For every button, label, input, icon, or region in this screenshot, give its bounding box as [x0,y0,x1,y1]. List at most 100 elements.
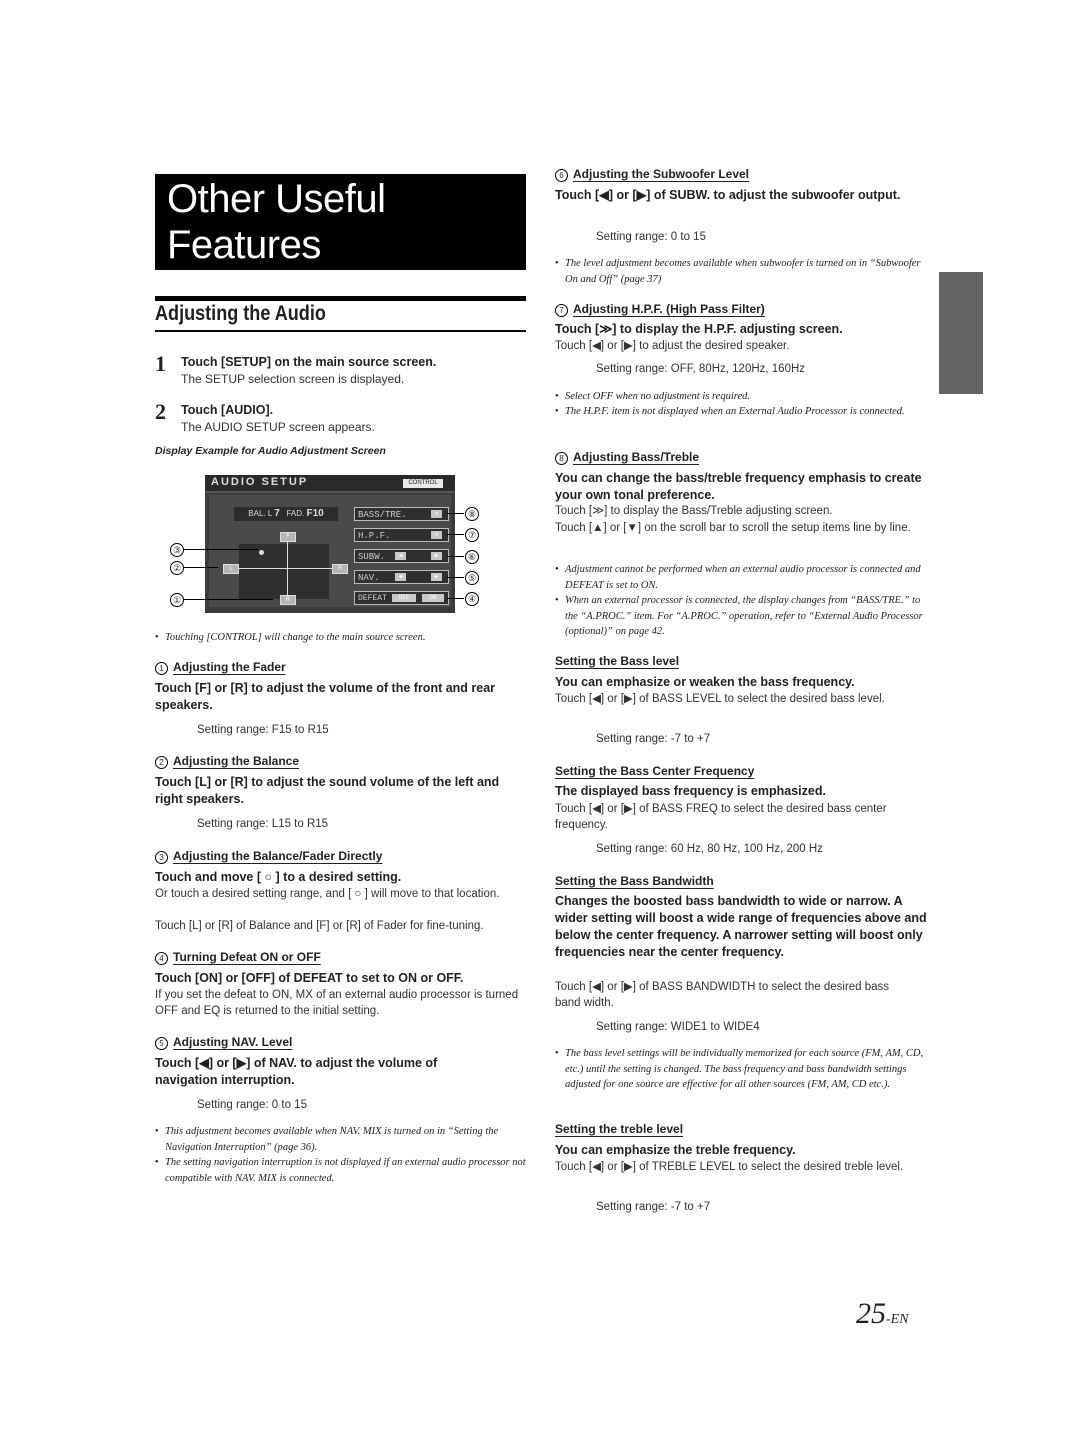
bass-level-body: Touch [◀] or [▶] of BASS LEVEL to select… [555,693,885,705]
balance-label: BAL. L [248,509,272,518]
triangle-right-icon[interactable]: ▶ [431,573,442,581]
chapter-side-tab [939,272,983,394]
callout-8: ⑧ [465,507,479,521]
bass-level-lead: You can emphasize or weaken the bass fre… [555,675,855,689]
audio-setup-screen-figure: AUDIO SETUP CONTROL BAL. L 7 FAD. F10 F … [205,475,455,613]
direct-body-1: Or touch a desired setting range, and [ … [155,888,500,900]
menu-label: H.P.F. [358,531,391,541]
basstre-lead: You can change the bass/treble frequency… [555,471,922,502]
defeat-row: DEFEAT OFF ON [354,591,449,605]
menu-label: SUBW. [358,552,386,562]
basstre-note-2: When an external processor is connected,… [555,593,935,640]
subw-range: Setting range: 0 to 15 [596,231,706,243]
basstre-body-2: Touch [▲] or [▼] on the scroll bar to sc… [555,522,911,534]
bass-freq-body: Touch [◀] or [▶] of BASS FREQ to select … [555,803,887,831]
balance-fader-pad[interactable] [239,544,329,599]
direct-body-2: Touch [L] or [R] of Balance and [F] or [… [155,920,484,932]
step-title: Touch [SETUP] on the main source screen. [181,355,437,369]
fader-heading: 1 Adjusting the Fader [155,660,286,675]
fader-axis [287,537,288,601]
circled-number: 3 [155,851,168,864]
subwoofer-row: SUBW. ◀ ▶ [354,549,449,563]
defeat-heading: 4 Turning Defeat ON or OFF [155,950,321,965]
double-chevron-right-icon[interactable]: » [431,531,442,539]
treble-heading: Setting the treble level [555,1122,684,1136]
callout-line [183,567,218,568]
treble-range: Setting range: -7 to +7 [596,1201,711,1213]
heading-text: Adjusting the Subwoofer Level [573,167,750,181]
callout-line [447,577,464,578]
basstre-heading: 8 Adjusting Bass/Treble [555,450,699,465]
section-rule-top [155,296,526,301]
callout-3: ③ [170,543,184,557]
defeat-body: If you set the defeat to ON, MX of an ex… [155,989,519,1017]
menu-label: NAV. [358,573,380,583]
bass-treble-button[interactable]: BASS/TRE. » [354,507,449,521]
control-button[interactable]: CONTROL [403,479,443,488]
callout-2: ② [170,561,184,575]
bass-bw-lead: Changes the boosted bass bandwidth to wi… [555,894,927,959]
balance-fader-readout: BAL. L 7 FAD. F10 [234,507,338,521]
balance-left-button[interactable]: L [223,564,239,574]
hpf-button[interactable]: H.P.F. » [354,528,449,542]
bass-level-heading: Setting the Bass level [555,654,680,668]
fader-rear-button[interactable]: R [280,595,296,605]
bass-level-range: Setting range: -7 to +7 [596,733,711,745]
screen-title: AUDIO SETUP [211,476,309,488]
double-chevron-right-icon[interactable]: » [431,510,442,518]
hpf-lead: Touch [≫] to display the H.P.F. adjustin… [555,322,843,336]
chapter-title-line2: Features [167,223,321,267]
defeat-on-button[interactable]: ON [422,594,444,602]
fader-range: Setting range: F15 to R15 [197,724,329,736]
triangle-right-icon[interactable]: ▶ [431,552,442,560]
triangle-left-icon[interactable]: ◀ [395,573,406,581]
heading-text: Turning Defeat ON or OFF [173,950,321,964]
fader-value: F10 [306,508,324,519]
bass-bw-body: Touch [◀] or [▶] of BASS BANDWIDTH to se… [555,981,890,1009]
circled-number: 4 [155,952,168,965]
bass-freq-range: Setting range: 60 Hz, 80 Hz, 100 Hz, 200… [596,843,823,855]
heading-text: Adjusting H.P.F. (High Pass Filter) [573,302,765,316]
hpf-range: Setting range: OFF, 80Hz, 120Hz, 160Hz [596,363,806,375]
nav-note-2: The setting navigation interruption is n… [155,1155,530,1186]
subw-heading: 6 Adjusting the Subwoofer Level [555,167,749,182]
step-title: Touch [AUDIO]. [181,403,274,417]
bass-freq-lead: The displayed bass frequency is emphasiz… [555,784,826,798]
triangle-left-icon[interactable]: ◀ [395,552,406,560]
menu-label: DEFEAT [358,594,387,603]
fader-front-button[interactable]: F [280,532,296,542]
callout-line [447,598,464,599]
heading-text: Adjusting the Balance [173,754,300,768]
balance-range: Setting range: L15 to R15 [197,818,329,830]
hpf-body: Touch [◀] or [▶] to adjust the desired s… [555,340,790,352]
hpf-note-1: Select OFF when no adjustment is require… [555,389,935,405]
balance-value: 7 [274,508,280,519]
subw-lead: Touch [◀] or [▶] of SUBW. to adjust the … [555,188,901,202]
hpf-note-2: The H.P.F. item is not displayed when an… [555,404,935,420]
circled-number: 2 [155,756,168,769]
nav-note-1: This adjustment becomes available when N… [155,1124,530,1155]
direct-lead: Touch and move [ ○ ] to a desired settin… [155,870,402,884]
page-number-value: 25 [856,1297,886,1330]
fader-lead: Touch [F] or [R] to adjust the volume of… [155,681,496,712]
callout-7: ⑦ [465,528,479,542]
chapter-title-line1: Other Useful [167,177,386,221]
defeat-lead: Touch [ON] or [OFF] of DEFEAT to set to … [155,971,464,985]
chapter-title-banner: Other Useful Features [155,174,526,270]
balance-fader-position-marker[interactable] [259,550,264,555]
circled-number: 8 [555,452,568,465]
step-number: 2 [155,399,166,424]
balance-lead: Touch [L] or [R] to adjust the sound vol… [155,775,500,806]
nav-row: NAV. ◀ ▶ [354,570,449,584]
callout-5: ⑤ [465,571,479,585]
balance-right-button[interactable]: R [332,564,348,574]
heading-text: Adjusting the Fader [173,660,286,674]
defeat-off-button[interactable]: OFF [392,594,416,602]
step-description: The AUDIO SETUP screen appears. [181,420,375,434]
page-number: 25-EN [856,1297,909,1331]
callout-line [183,549,258,550]
treble-lead: You can emphasize the treble frequency. [555,1143,796,1157]
callout-line [447,534,464,535]
circled-number: 5 [155,1037,168,1050]
screen-body: BAL. L 7 FAD. F10 F R L R BASS/TRE. » H.… [209,495,451,607]
